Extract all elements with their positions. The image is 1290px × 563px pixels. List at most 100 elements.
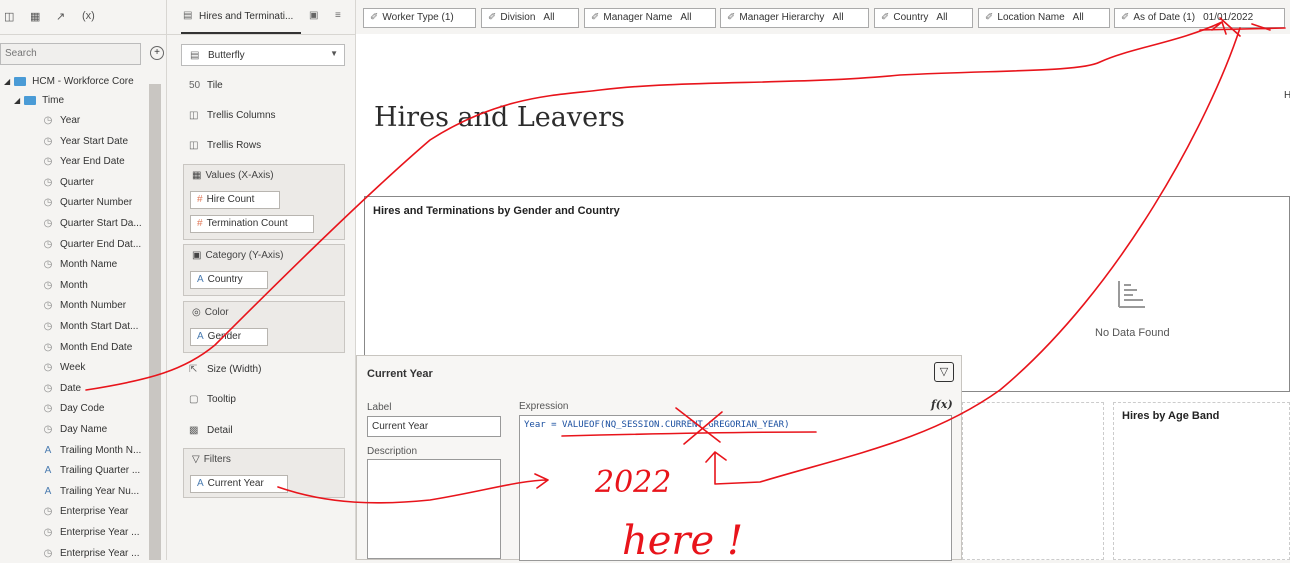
filter-settings-icon[interactable]: ≡: [335, 10, 341, 21]
tree-item[interactable]: ◷ Month: [42, 277, 88, 295]
dialog-title: Current Year: [367, 368, 433, 380]
pin-icon[interactable]: ✐: [370, 12, 378, 23]
expression-lhs: Year =: [524, 420, 562, 430]
clock-icon: ◷: [43, 259, 53, 271]
viz-placeholder[interactable]: [962, 402, 1104, 560]
tile-label: Tile: [207, 80, 223, 91]
tree-item-label: Day Name: [60, 424, 108, 435]
tree-item-label: Month Start Dat...: [60, 321, 139, 332]
tree-item[interactable]: ◷ Quarter: [42, 174, 94, 192]
filters-zone[interactable]: ▽ Filters A Current Year: [183, 448, 345, 498]
pill-country[interactable]: A Country: [190, 271, 268, 289]
pill-termination-count[interactable]: # Termination Count: [190, 215, 314, 233]
tree-item[interactable]: A Trailing Year Nu...: [42, 483, 139, 501]
filter-chip[interactable]: ✐ Manager Hierarchy All: [720, 8, 869, 28]
pin-icon[interactable]: ✐: [727, 12, 735, 23]
expand-caret-icon[interactable]: ◢: [4, 77, 10, 86]
tree-item[interactable]: ◷ Quarter Number: [42, 194, 133, 212]
tree-item[interactable]: ◷ Day Name: [42, 421, 108, 439]
tree-item-label: Quarter End Dat...: [60, 238, 142, 250]
scrollbar[interactable]: [149, 84, 161, 560]
filter-chip[interactable]: ✐ As of Date (1) 01/01/2022: [1114, 8, 1285, 28]
pill-gender[interactable]: A Gender: [190, 328, 268, 346]
tooltip-drop[interactable]: ▢ Tooltip: [189, 391, 236, 409]
viz-title: Hires and Terminations by Gender and Cou…: [373, 205, 620, 217]
tree-item[interactable]: ◷ Month Start Dat...: [42, 318, 139, 336]
tree-item[interactable]: ◷ Year: [42, 112, 81, 130]
search-box[interactable]: [0, 43, 141, 65]
tree-item[interactable]: ◷ Quarter Start Da...: [42, 215, 142, 233]
filter-label: Location Name: [997, 12, 1065, 23]
tree-item-label: Date: [60, 382, 82, 394]
analytics-icon[interactable]: ↗: [56, 10, 65, 23]
category-icon: ▣: [192, 250, 202, 261]
tree-item[interactable]: ◷ Date: [42, 380, 82, 398]
tree-item[interactable]: ◷ Year Start Date: [42, 133, 128, 151]
category-zone[interactable]: ▣ Category (Y-Axis) A Country: [183, 244, 345, 296]
pin-icon[interactable]: ✐: [488, 12, 496, 23]
calculation-icon[interactable]: (x): [82, 10, 95, 22]
tooltip-label: Tooltip: [207, 394, 236, 405]
pin-icon[interactable]: ✐: [591, 12, 599, 23]
tree-item-label: Quarter Number: [60, 197, 133, 209]
database-icon[interactable]: ◫: [4, 10, 14, 23]
tree-item[interactable]: ◷ Week: [42, 359, 86, 377]
tile-icon: 50: [189, 80, 201, 91]
tree-item[interactable]: ◷ Day Code: [42, 400, 105, 418]
filter-label: Division: [500, 12, 536, 23]
filter-chip[interactable]: ✐ Location Name All: [978, 8, 1110, 28]
chart-type-selector[interactable]: ▤ Butterfly ▼: [181, 44, 345, 66]
pill-hire-count[interactable]: # Hire Count: [190, 191, 280, 209]
trellis-columns-drop[interactable]: ◫ Trellis Columns: [189, 107, 276, 125]
tree-folder-time[interactable]: ◢ Time: [14, 92, 64, 110]
viz-title: Hires by Age Band: [1122, 410, 1220, 422]
filter-toggle-icon[interactable]: ▽: [934, 362, 954, 382]
viz-hires-by-age-band[interactable]: Hires by Age Band: [1113, 402, 1290, 560]
tree-item[interactable]: ◷ Quarter End Dat...: [42, 236, 142, 254]
tile-drop[interactable]: 50 Tile: [189, 77, 223, 95]
expand-caret-icon[interactable]: ◢: [14, 96, 20, 105]
trellis-columns-label: Trellis Columns: [207, 110, 276, 121]
detail-drop[interactable]: ▩ Detail: [189, 422, 233, 440]
clock-icon: ◷: [43, 176, 53, 188]
label-field[interactable]: [367, 416, 501, 437]
tree-item[interactable]: A Trailing Quarter ...: [42, 462, 141, 480]
values-zone[interactable]: ▦ Values (X-Axis) # Hire Count # Terminatio…: [183, 164, 345, 240]
size-icon: ⇱: [189, 364, 198, 375]
pin-icon[interactable]: ✐: [1121, 12, 1129, 23]
expression-editor[interactable]: Year = VALUEOF(NQ_SESSION.CURRENT_GREGOR…: [519, 415, 952, 561]
category-zone-title: ▣ Category (Y-Axis): [192, 250, 284, 261]
text-attribute-icon: A: [44, 485, 52, 497]
filter-chip[interactable]: ✐ Manager Name All: [584, 8, 716, 28]
tree-item[interactable]: ◷ Enterprise Year ...: [42, 524, 140, 542]
trellis-rows-drop[interactable]: ◫ Trellis Rows: [189, 137, 261, 155]
tree-item[interactable]: ◷ Month Number: [42, 297, 127, 315]
size-drop[interactable]: ⇱ Size (Width): [189, 361, 261, 379]
properties-icon[interactable]: ▣: [309, 10, 318, 21]
text-attribute-icon: A: [197, 478, 204, 489]
pill-current-year[interactable]: A Current Year: [190, 475, 288, 493]
tab-visualization[interactable]: ▤ Hires and Terminati...: [181, 0, 301, 34]
measure-icon: #: [197, 194, 203, 205]
function-icon[interactable]: f(x): [931, 398, 953, 411]
visualizations-icon[interactable]: ▦: [30, 10, 40, 23]
description-caption: Description: [367, 446, 418, 457]
tree-root[interactable]: ◢ HCM - Workforce Core: [4, 73, 134, 91]
add-data-button[interactable]: +: [150, 46, 164, 60]
tree-item[interactable]: ◷ Month Name: [42, 256, 118, 274]
filter-chip[interactable]: ✐ Worker Type (1): [363, 8, 476, 28]
filter-chip[interactable]: ✐ Division All: [481, 8, 579, 28]
pin-icon[interactable]: ✐: [985, 12, 993, 23]
clock-icon: ◷: [43, 382, 53, 394]
tree-item[interactable]: ◷ Month End Date: [42, 339, 133, 357]
tree-item[interactable]: ◷ Enterprise Year: [42, 503, 129, 521]
description-field[interactable]: [367, 459, 501, 559]
search-input[interactable]: [1, 44, 139, 63]
measure-icon: #: [197, 218, 203, 229]
pin-icon[interactable]: ✐: [881, 12, 889, 23]
tree-item[interactable]: ◷ Year End Date: [42, 153, 125, 171]
filter-chip[interactable]: ✐ Country All: [874, 8, 973, 28]
color-zone[interactable]: ◎ Color A Gender: [183, 301, 345, 353]
clock-icon: ◷: [43, 424, 53, 435]
tree-item[interactable]: A Trailing Month N...: [42, 442, 142, 460]
